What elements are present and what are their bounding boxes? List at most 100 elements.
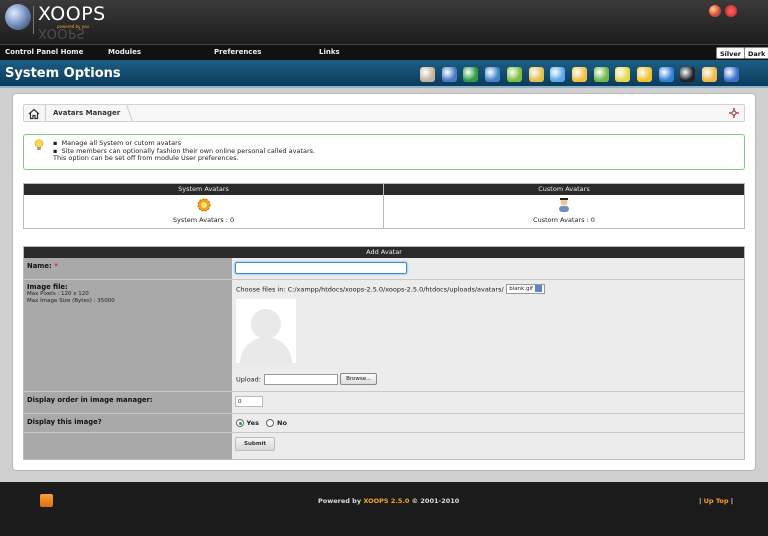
choose-files-path: Choose files in: C:/xampp/htdocs/xoops-2… xyxy=(236,285,504,294)
submit-cell: Submit xyxy=(232,433,744,459)
top-header: XOOPS powered by you XOOPS xyxy=(0,0,768,44)
max-size-text: Max Image Size (Bytes) : 35000 xyxy=(27,297,115,304)
xoops-logo-globe-icon[interactable] xyxy=(5,4,31,30)
images-icon[interactable] xyxy=(550,67,566,82)
display-yes-radio[interactable] xyxy=(236,418,244,427)
custom-avatars-header: Custom Avatars xyxy=(384,184,744,195)
footer: Powered by XOOPS 2.5.0 © 2001-2010 | Up … xyxy=(0,482,768,536)
pen-icon[interactable] xyxy=(593,67,609,82)
page-title: System Options xyxy=(5,66,121,81)
footer-credits: Powered by XOOPS 2.5.0 © 2001-2010 xyxy=(318,497,459,505)
display-yes-label[interactable]: Yes xyxy=(247,419,259,427)
system-avatars-count: System Avatars : 0 xyxy=(172,216,235,224)
help-lifebuoy-icon[interactable] xyxy=(728,107,740,119)
avatar-placeholder-body xyxy=(240,337,292,363)
image-input-cell: Choose files in: C:/xampp/htdocs/xoops-2… xyxy=(232,280,744,391)
info-box: Manage all System or cutom avatars Site … xyxy=(23,134,745,170)
form-row-display: Display this image? Yes No xyxy=(24,414,744,433)
tools-icon[interactable] xyxy=(420,67,435,82)
form-row-name: Name: * xyxy=(24,258,744,280)
name-input[interactable] xyxy=(235,262,407,274)
add-avatar-form: Add Avatar Name: * Image file: Max Pixel… xyxy=(23,246,745,460)
upload-file-field[interactable] xyxy=(263,373,338,385)
display-order-label: Display order in image manager: xyxy=(27,396,153,404)
rss-feed-icon[interactable] xyxy=(40,494,53,507)
footer-copyright: © 2001-2010 xyxy=(411,497,460,505)
display-no-radio[interactable] xyxy=(266,418,275,427)
globe-icon[interactable] xyxy=(658,67,674,82)
display-order-input[interactable]: 0 xyxy=(235,396,263,407)
form-title: Add Avatar xyxy=(24,247,744,258)
avatar-placeholder-head xyxy=(251,309,281,339)
mail-icon[interactable] xyxy=(528,67,544,82)
system-gear-icon[interactable] xyxy=(196,197,212,213)
page-title-bar: System Options xyxy=(0,60,768,88)
chevron-down-icon[interactable] xyxy=(534,285,542,292)
footer-product-link[interactable]: XOOPS 2.5.0 xyxy=(363,497,409,505)
menu-item-preferences[interactable]: Preferences xyxy=(214,48,261,56)
custom-avatar-icon[interactable] xyxy=(556,197,572,213)
info-line: This option can be set off from module U… xyxy=(53,154,239,162)
blocks-icon[interactable] xyxy=(463,67,479,82)
logo-reflection: XOOPS xyxy=(38,25,86,40)
info-text: Manage all System or cutom avatars Site … xyxy=(53,139,315,163)
image-file-select[interactable]: blank.gif xyxy=(506,284,545,294)
submit-button[interactable]: Submit xyxy=(235,437,276,451)
system-avatars-cell[interactable]: System Avatars : 0 xyxy=(24,195,383,228)
site-home-icon[interactable] xyxy=(709,5,721,17)
theme-dark-button[interactable]: Dark xyxy=(744,47,768,59)
image-file-select-value: blank.gif xyxy=(509,286,533,292)
name-label-cell: Name: * xyxy=(24,258,232,279)
custom-avatars-cell[interactable]: Custom Avatars : 0 xyxy=(384,195,744,228)
order-input-cell: 0 xyxy=(232,392,744,413)
footer-powered-by: Powered by xyxy=(318,497,362,505)
home-icon[interactable] xyxy=(28,108,40,120)
up-top-link[interactable]: Up Top xyxy=(704,497,729,505)
main-menu-bar: Control Panel Home Modules Preferences L… xyxy=(0,44,768,60)
upload-group: Upload: Browse... xyxy=(236,373,378,385)
form-row-order: Display order in image manager: 0 xyxy=(24,392,744,414)
smilies-icon[interactable] xyxy=(637,67,652,82)
avatar-summary-table: System Avatars Custom Avatars System Ava… xyxy=(23,183,745,229)
lightbulb-icon xyxy=(34,139,44,150)
image-file-label: Image file: xyxy=(27,283,68,291)
content-panel: Avatars Manager Manage all System or cut… xyxy=(12,93,756,471)
logout-icon[interactable] xyxy=(725,5,737,17)
breadcrumb-chevron xyxy=(119,105,133,121)
logo-divider xyxy=(33,6,34,34)
theme-silver-button[interactable]: Silver xyxy=(716,47,745,59)
image-label-cell: Image file: Max Pixels : 120 x 120 Max I… xyxy=(24,280,232,391)
form-row-submit: Submit xyxy=(24,433,744,459)
up-top-bracket-right: | xyxy=(730,497,734,505)
menu-item-modules[interactable]: Modules xyxy=(108,48,141,56)
breadcrumb: Avatars Manager xyxy=(23,104,745,122)
maintenance-icon[interactable] xyxy=(615,67,631,82)
order-label-cell: Display order in image manager: xyxy=(24,392,232,413)
logo-text[interactable]: XOOPS xyxy=(38,3,106,25)
browse-button[interactable]: Browse... xyxy=(340,373,378,385)
required-marker: * xyxy=(54,262,58,270)
system-avatars-header: System Avatars xyxy=(24,184,383,195)
breadcrumb-divider xyxy=(45,105,46,121)
trophy-icon[interactable] xyxy=(702,67,718,82)
menu-item-control-panel-home[interactable]: Control Panel Home xyxy=(5,48,83,56)
name-label: Name: xyxy=(27,262,52,270)
display-label-cell: Display this image? xyxy=(24,414,232,432)
footer-up-top: | Up Top | xyxy=(699,497,733,505)
name-input-cell xyxy=(232,258,744,279)
graduation-icon[interactable] xyxy=(680,67,696,82)
display-image-label: Display this image? xyxy=(27,418,102,426)
custom-avatars-count: Custom Avatars : 0 xyxy=(533,216,595,224)
submit-label-cell xyxy=(24,433,232,459)
breadcrumb-current: Avatars Manager xyxy=(53,109,121,117)
up-top-bracket-left: | xyxy=(699,497,702,505)
form-row-image: Image file: Max Pixels : 120 x 120 Max I… xyxy=(24,280,744,392)
users-icon[interactable] xyxy=(506,67,522,82)
menu-item-links[interactable]: Links xyxy=(319,48,340,56)
edit-icon[interactable] xyxy=(485,67,501,82)
avatar-preview-image xyxy=(236,299,296,363)
help-ring-icon[interactable] xyxy=(723,67,739,82)
display-no-label[interactable]: No xyxy=(277,419,287,427)
monitor-icon[interactable] xyxy=(441,67,457,82)
brush-icon[interactable] xyxy=(571,67,587,82)
